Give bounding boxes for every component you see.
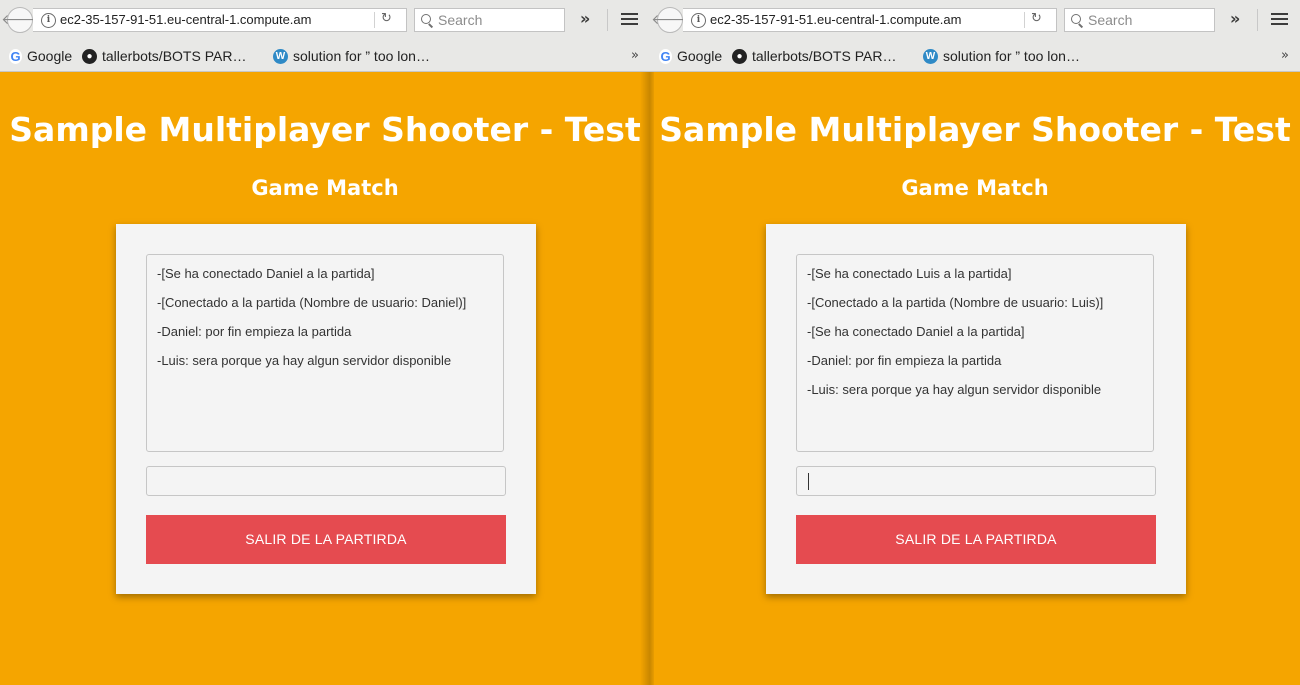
bookmark-solution[interactable]: W solution for ” too lon…	[273, 47, 430, 65]
wordpress-icon: W	[273, 48, 288, 64]
search-icon	[1071, 14, 1081, 24]
bookmarks-overflow-icon[interactable]: »	[631, 48, 639, 63]
page-title: Sample Multiplayer Shooter - Test	[9, 110, 641, 149]
search-bar[interactable]: Search	[1064, 8, 1215, 32]
browser-toolbar: 🡐 i ec2-35-157-91-51.eu-central-1.comput…	[650, 0, 1300, 40]
text-caret	[808, 473, 809, 490]
chat-message: -Daniel: por fin empieza la partida	[157, 324, 352, 339]
bookmarks-overflow-icon[interactable]: »	[1281, 48, 1289, 63]
bookmark-google[interactable]: G Google	[659, 47, 722, 65]
game-match-card: -[Se ha conectado Luis a la partida] -[Co…	[766, 224, 1186, 594]
bookmark-google[interactable]: G Google	[9, 47, 72, 65]
chat-message: -[Se ha conectado Daniel a la partida]	[807, 324, 1025, 339]
bookmark-label: tallerbots/BOTS PAR…	[102, 48, 247, 64]
bookmark-label: Google	[27, 48, 73, 64]
search-placeholder: Search	[438, 12, 483, 28]
github-icon: ●	[732, 48, 747, 64]
game-match-card: -[Se ha conectado Daniel a la partida] -[…	[116, 224, 536, 594]
google-icon: G	[659, 48, 672, 64]
chat-message: -Luis: sera porque ya hay algun servidor…	[807, 382, 1102, 397]
chat-log[interactable]: -[Se ha conectado Luis a la partida] -[Co…	[796, 254, 1154, 452]
chat-message: -Luis: sera porque ya hay algun servidor…	[157, 353, 452, 368]
back-button[interactable]: 🡐	[1, 7, 39, 33]
chat-message: -[Se ha conectado Luis a la partida]	[807, 266, 1012, 281]
exit-match-button[interactable]: SALIR DE LA PARTIRDA	[146, 515, 506, 564]
url-bar[interactable]: i ec2-35-157-91-51.eu-central-1.compute.…	[33, 8, 407, 32]
chat-message: -[Se ha conectado Daniel a la partida]	[157, 266, 375, 281]
toolbar-divider	[1257, 9, 1258, 31]
toolbar-overflow-icon[interactable]: »	[1230, 9, 1240, 28]
toolbar-divider	[607, 9, 608, 31]
window-shadow-divider	[640, 72, 654, 685]
reload-icon[interactable]: ↻	[381, 11, 392, 26]
page-content: Sample Multiplayer Shooter - Test Game M…	[650, 72, 1300, 685]
bookmark-tallerbots[interactable]: ● tallerbots/BOTS PAR…	[82, 47, 246, 65]
chat-message: -Daniel: por fin empieza la partida	[807, 353, 1002, 368]
page-subtitle: Game Match	[251, 176, 399, 200]
page-subtitle: Game Match	[901, 176, 1049, 200]
wordpress-icon: W	[923, 48, 938, 64]
bookmark-label: Google	[677, 48, 723, 64]
chat-input[interactable]	[796, 466, 1156, 496]
url-text: ec2-35-157-91-51.eu-central-1.compute.am	[60, 12, 312, 27]
info-icon[interactable]: i	[41, 13, 56, 28]
browser-window-daniel: 🡐 i ec2-35-157-91-51.eu-central-1.comput…	[0, 0, 650, 685]
page-title: Sample Multiplayer Shooter - Test	[659, 110, 1291, 149]
chat-message: -[Conectado a la partida (Nombre de usua…	[157, 295, 467, 310]
browser-window-luis: 🡐 i ec2-35-157-91-51.eu-central-1.comput…	[650, 0, 1300, 685]
hamburger-menu-icon[interactable]	[1271, 13, 1288, 26]
bookmark-label: solution for ” too lon…	[943, 48, 1080, 64]
bookmarks-bar: G Google ● tallerbots/BOTS PAR… W soluti…	[0, 40, 650, 72]
search-placeholder: Search	[1088, 12, 1133, 28]
chat-message: -[Conectado a la partida (Nombre de usua…	[807, 295, 1104, 310]
url-divider	[1024, 12, 1025, 28]
bookmark-label: tallerbots/BOTS PAR…	[752, 48, 897, 64]
info-icon[interactable]: i	[691, 13, 706, 28]
reload-icon[interactable]: ↻	[1031, 11, 1042, 26]
url-bar[interactable]: i ec2-35-157-91-51.eu-central-1.compute.…	[683, 8, 1057, 32]
chat-input[interactable]	[146, 466, 506, 496]
bookmarks-bar: G Google ● tallerbots/BOTS PAR… W soluti…	[650, 40, 1300, 72]
chat-log[interactable]: -[Se ha conectado Daniel a la partida] -[…	[146, 254, 504, 452]
bookmark-tallerbots[interactable]: ● tallerbots/BOTS PAR…	[732, 47, 896, 65]
bookmark-solution[interactable]: W solution for ” too lon…	[923, 47, 1080, 65]
google-icon: G	[9, 48, 22, 64]
url-text: ec2-35-157-91-51.eu-central-1.compute.am	[710, 12, 962, 27]
hamburger-menu-icon[interactable]	[621, 13, 638, 26]
back-button[interactable]: 🡐	[651, 7, 689, 33]
search-bar[interactable]: Search	[414, 8, 565, 32]
page-content: Sample Multiplayer Shooter - Test Game M…	[0, 72, 650, 685]
github-icon: ●	[82, 48, 97, 64]
exit-match-button[interactable]: SALIR DE LA PARTIRDA	[796, 515, 1156, 564]
search-icon	[421, 14, 431, 24]
url-divider	[374, 12, 375, 28]
browser-toolbar: 🡐 i ec2-35-157-91-51.eu-central-1.comput…	[0, 0, 650, 40]
bookmark-label: solution for ” too lon…	[293, 48, 430, 64]
toolbar-overflow-icon[interactable]: »	[580, 9, 590, 28]
